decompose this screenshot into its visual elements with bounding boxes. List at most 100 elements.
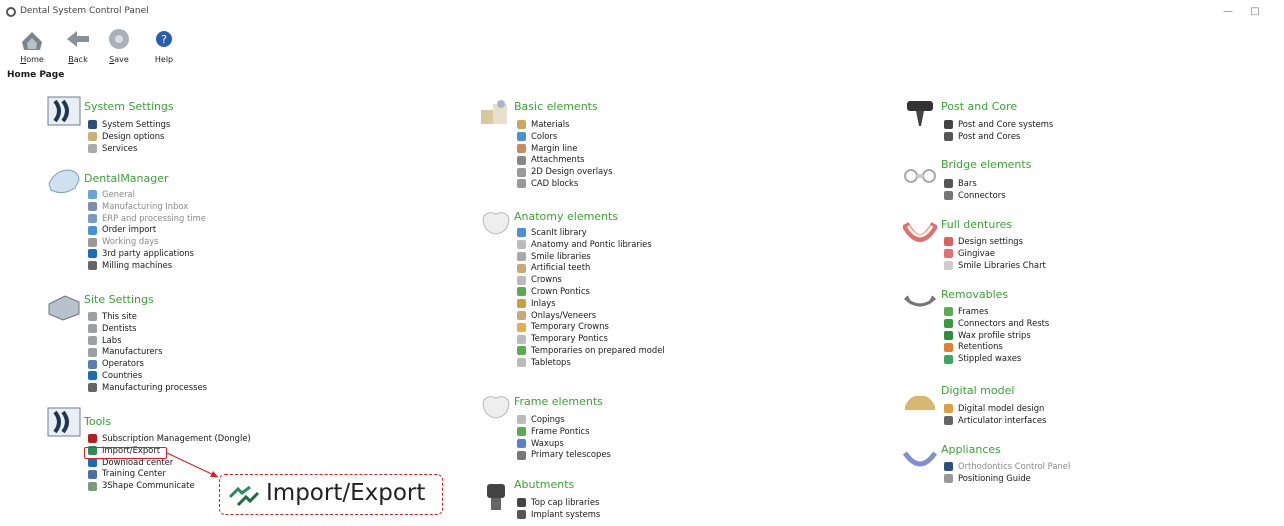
link-articulator-interfaces[interactable]: Articulator interfaces <box>944 415 1046 427</box>
system-settings-small-icon <box>88 120 97 130</box>
section-title-frame-elements[interactable]: Frame elements <box>514 395 603 408</box>
link-waxups[interactable]: Waxups <box>517 438 611 450</box>
link-digital-model-design[interactable]: Digital model design <box>944 403 1046 415</box>
link-milling-machines[interactable]: Milling machines <box>88 260 206 272</box>
section-title-post-and-core[interactable]: Post and Core <box>941 100 1017 113</box>
section-title-appliances[interactable]: Appliances <box>941 443 1001 456</box>
link-temporary-crowns[interactable]: Temporary Crowns <box>517 321 665 333</box>
globe-icon <box>88 249 97 259</box>
link-post-and-core-systems[interactable]: Post and Core systems <box>944 119 1053 131</box>
section-title-full-dentures[interactable]: Full dentures <box>941 218 1012 231</box>
link-wax-profile-strips[interactable]: Wax profile strips <box>944 330 1049 342</box>
link-label: Margin line <box>531 142 578 153</box>
section-title-bridge-elements[interactable]: Bridge elements <box>941 158 1031 171</box>
link-temporaries-on-prepared-model[interactable]: Temporaries on prepared model <box>517 345 665 357</box>
link-colors[interactable]: Colors <box>517 131 612 143</box>
link-subscription-management-dongle[interactable]: Subscription Management (Dongle) <box>88 433 251 445</box>
link-working-days[interactable]: Working days <box>88 236 206 248</box>
gingivae-icon <box>944 249 953 259</box>
link-smile-libraries[interactable]: Smile libraries <box>517 251 665 263</box>
link-label: Implant systems <box>531 508 601 519</box>
link-anatomy-and-pontic-libraries[interactable]: Anatomy and Pontic libraries <box>517 239 665 251</box>
help-button[interactable]: ? Help <box>146 26 182 64</box>
design-options-icon <box>88 132 97 142</box>
link-this-site[interactable]: This site <box>88 311 207 323</box>
maximize-button[interactable]: □ <box>1247 6 1263 17</box>
system-settings-icon <box>47 96 81 129</box>
minimize-button[interactable]: — <box>1220 6 1236 17</box>
link-cad-blocks[interactable]: CAD blocks <box>517 178 612 190</box>
link-crowns[interactable]: Crowns <box>517 274 665 286</box>
section-items-bridge-elements: Bars Connectors <box>944 178 1006 202</box>
save-button[interactable]: Save <box>101 26 137 64</box>
link-design-options[interactable]: Design options <box>88 131 170 143</box>
link-attachments[interactable]: Attachments <box>517 154 612 166</box>
link-retentions[interactable]: Retentions <box>944 341 1049 353</box>
link-frame-pontics[interactable]: Frame Pontics <box>517 426 611 438</box>
link-general[interactable]: General <box>88 189 206 201</box>
link-operators[interactable]: Operators <box>88 358 207 370</box>
link-manufacturers[interactable]: Manufacturers <box>88 346 207 358</box>
link-stippled-waxes[interactable]: Stippled waxes <box>944 353 1049 365</box>
link-scanit-library[interactable]: ScanIt library <box>517 227 665 239</box>
link-design-settings[interactable]: Design settings <box>944 236 1046 248</box>
link-gingivae[interactable]: Gingivae <box>944 248 1046 260</box>
link-smile-libraries-chart[interactable]: Smile Libraries Chart <box>944 260 1046 272</box>
link-2d-design-overlays[interactable]: 2D Design overlays <box>517 166 612 178</box>
link-label: Gingivae <box>958 247 996 258</box>
link-label: This site <box>102 311 137 321</box>
link-order-import[interactable]: Order import <box>88 224 206 236</box>
section-title-digital-model[interactable]: Digital model <box>941 384 1014 397</box>
link-connectors[interactable]: Connectors <box>944 190 1006 202</box>
link-top-cap-libraries[interactable]: Top cap libraries <box>517 497 600 509</box>
link-label: Connectors and Rests <box>958 317 1050 328</box>
back-button[interactable]: Back <box>60 26 96 64</box>
link-crown-pontics[interactable]: Crown Pontics <box>517 286 665 298</box>
link-countries[interactable]: Countries <box>88 370 207 382</box>
home-button[interactable]: Home <box>14 26 50 64</box>
section-title-site-settings[interactable]: Site Settings <box>84 293 154 306</box>
link-positioning-guide[interactable]: Positioning Guide <box>944 473 1070 485</box>
link-temporary-pontics[interactable]: Temporary Pontics <box>517 333 665 345</box>
link-label: Manufacturing Inbox <box>102 200 189 211</box>
link-onlays-veneers[interactable]: Onlays/Veneers <box>517 310 665 322</box>
materials-icon <box>517 120 526 130</box>
link-services[interactable]: Services <box>88 143 170 155</box>
link-post-and-cores[interactable]: Post and Cores <box>944 131 1053 143</box>
link-primary-telescopes[interactable]: Primary telescopes <box>517 449 611 461</box>
link-frames[interactable]: Frames <box>944 306 1049 318</box>
link-dentists[interactable]: Dentists <box>88 323 207 335</box>
link-labs[interactable]: Labs <box>88 335 207 347</box>
section-items-abutments: Top cap libraries Implant systems <box>517 497 600 521</box>
section-title-abutments[interactable]: Abutments <box>514 478 574 491</box>
link-system-settings[interactable]: System Settings <box>88 119 170 131</box>
link-tabletops[interactable]: Tabletops <box>517 357 665 369</box>
link-materials[interactable]: Materials <box>517 119 612 131</box>
link-bars[interactable]: Bars <box>944 178 1006 190</box>
link-manufacturing-inbox[interactable]: Manufacturing Inbox <box>88 201 206 213</box>
back-arrow-icon <box>64 26 92 52</box>
positioning-icon <box>944 474 953 484</box>
section-title-anatomy-elements[interactable]: Anatomy elements <box>514 210 618 223</box>
link-copings[interactable]: Copings <box>517 414 611 426</box>
operators-icon <box>88 359 97 369</box>
link-label: Services <box>102 142 138 153</box>
section-title-removables[interactable]: Removables <box>941 288 1008 301</box>
core-icon <box>944 132 953 142</box>
link-manufacturing-processes[interactable]: Manufacturing processes <box>88 382 207 394</box>
section-title-basic-elements[interactable]: Basic elements <box>514 100 598 113</box>
app-gear-icon <box>6 7 16 17</box>
link-implant-systems[interactable]: Implant systems <box>517 509 600 521</box>
section-title-system-settings[interactable]: System Settings <box>84 100 174 113</box>
link-label: Smile Libraries Chart <box>958 259 1046 270</box>
link-margin-line[interactable]: Margin line <box>517 143 612 155</box>
section-title-tools[interactable]: Tools <box>84 415 111 428</box>
link-erp-and-processing-time[interactable]: ERP and processing time <box>88 213 206 225</box>
link-3rd-party-applications[interactable]: 3rd party applications <box>88 248 206 260</box>
link-connectors-and-rests[interactable]: Connectors and Rests <box>944 318 1049 330</box>
link-artificial-teeth[interactable]: Artificial teeth <box>517 262 665 274</box>
link-orthodontics-control-panel[interactable]: Orthodontics Control Panel <box>944 461 1070 473</box>
inlay-icon <box>517 299 526 309</box>
link-inlays[interactable]: Inlays <box>517 298 665 310</box>
section-title-dentalmanager[interactable]: DentalManager <box>84 172 169 185</box>
